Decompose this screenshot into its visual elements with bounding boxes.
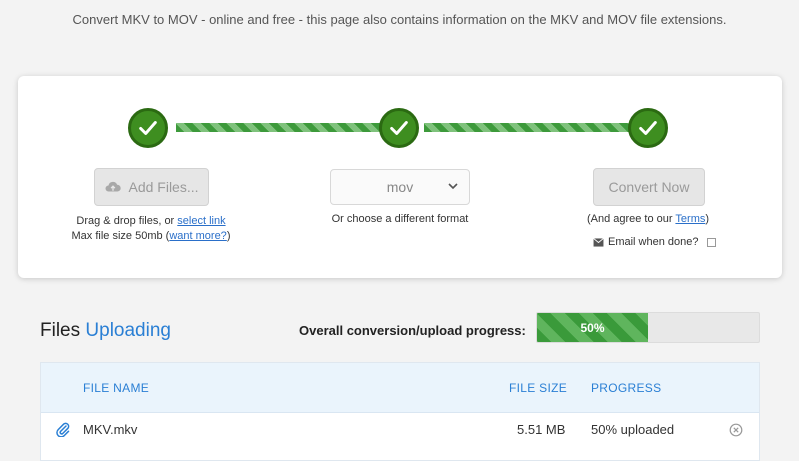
step-connector [424, 123, 648, 132]
email-checkbox[interactable] [706, 237, 716, 247]
page-subtitle: Convert MKV to MOV - online and free - t… [72, 12, 727, 27]
files-status-text: Uploading [85, 320, 171, 341]
step-2-complete [379, 108, 419, 148]
agree-suffix: ) [705, 213, 710, 225]
step-connector [176, 123, 400, 132]
column-file-name: FILE NAME [83, 381, 150, 395]
select-link[interactable]: select link [177, 215, 225, 227]
chevron-down-icon [448, 183, 458, 190]
remove-circle-icon[interactable] [729, 423, 743, 437]
email-label: Email when done? [608, 236, 699, 248]
files-heading-text: Files [40, 320, 81, 341]
checkmark-icon [390, 121, 408, 135]
file-progress: 50% uploaded [591, 422, 675, 437]
cloud-upload-icon [105, 181, 122, 192]
overall-progress-fill: 50% [537, 313, 648, 342]
email-when-done-row: Email when done? [593, 236, 716, 248]
files-heading: Files Uploading [40, 320, 171, 342]
add-files-label: Add Files... [128, 179, 199, 195]
table-header: FILE NAME FILE SIZE PROGRESS [41, 363, 759, 413]
table-row: MKV.mkv 5.51 MB 50% uploaded [41, 413, 759, 449]
overall-progress-label: Overall conversion/upload progress: [299, 323, 526, 338]
step-1-complete [128, 108, 168, 148]
format-value: mov [386, 179, 414, 195]
format-select[interactable]: mov [330, 169, 470, 205]
column-progress: PROGRESS [591, 381, 662, 395]
checkmark-icon [139, 121, 157, 135]
step-3-complete [628, 108, 668, 148]
upload-hint: Drag & drop files, or select link Max fi… [56, 214, 246, 244]
max-size-suffix: ) [226, 230, 231, 242]
file-name: MKV.mkv [83, 422, 138, 437]
terms-link[interactable]: Terms [675, 213, 705, 225]
converter-panel: Add Files... Drag & drop files, or selec… [18, 76, 782, 278]
convert-now-label: Convert Now [608, 179, 690, 195]
format-hint: Or choose a different format [331, 213, 469, 225]
overall-progress-bar: 50% [536, 312, 760, 343]
max-size-text: Max file size 50mb ( [71, 230, 170, 242]
want-more-link[interactable]: want more? [169, 230, 226, 242]
paperclip-icon [55, 421, 71, 438]
convert-now-button[interactable]: Convert Now [593, 168, 705, 206]
column-file-size: FILE SIZE [509, 381, 568, 395]
envelope-icon [593, 237, 604, 247]
add-files-button[interactable]: Add Files... [94, 168, 209, 206]
checkmark-icon [639, 121, 657, 135]
file-size: 5.51 MB [517, 422, 566, 437]
drag-drop-text: Drag & drop files, or [76, 215, 178, 227]
files-table: FILE NAME FILE SIZE PROGRESS MKV.mkv 5.5… [40, 362, 760, 461]
agree-text: (And agree to our [586, 213, 676, 225]
terms-agreement: (And agree to our Terms) [578, 212, 718, 227]
